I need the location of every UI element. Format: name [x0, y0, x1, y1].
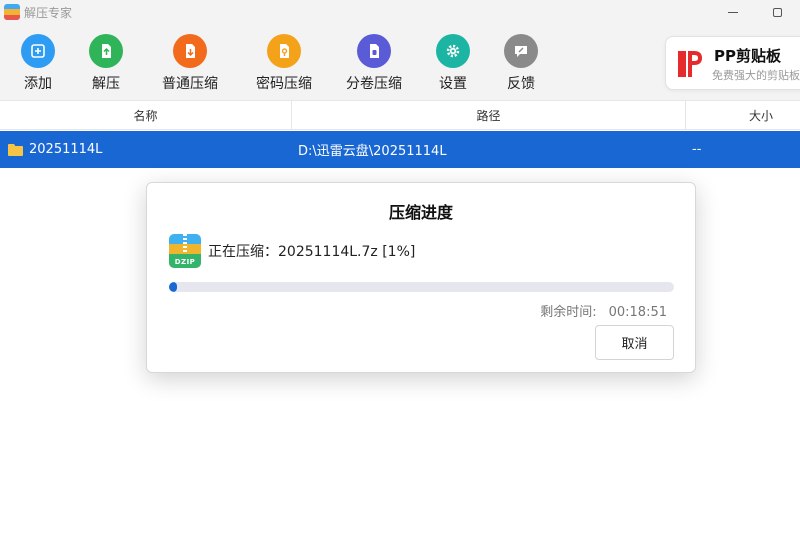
compress-icon	[173, 34, 207, 68]
table-row[interactable]: 20251114L D:\迅雷云盘\20251114L --	[0, 131, 800, 168]
progress-bar	[169, 282, 674, 292]
column-header-size[interactable]: 大小	[686, 101, 800, 130]
feedback-icon	[504, 34, 538, 68]
row-size: --	[692, 142, 702, 157]
file-table-header: 名称 路径 大小	[0, 100, 800, 130]
normal-compress-label: 普通压缩	[162, 76, 218, 92]
minimize-icon	[728, 11, 738, 13]
progress-bar-fill	[169, 282, 177, 292]
compress-progress-dialog: 压缩进度 DZIP 正在压缩：20251114L.7z [1%] 剩余时间: 00…	[146, 182, 696, 373]
gear-icon	[436, 34, 470, 68]
title-bar: 解压专家	[0, 0, 800, 24]
remaining-time-label: 剩余时间:	[540, 305, 597, 320]
maximize-button[interactable]	[754, 0, 800, 24]
toolbar: 添加 解压 普通压缩 密码压缩 分卷压缩 设置 反馈 PP剪贴板 免费强大的剪贴…	[0, 24, 800, 100]
dzip-archive-icon: DZIP	[169, 234, 201, 268]
add-label: 添加	[24, 76, 52, 92]
ad-subtitle: 免费强大的剪贴板	[712, 69, 800, 82]
remaining-time-value: 00:18:51	[608, 305, 667, 320]
column-header-path[interactable]: 路径	[292, 101, 686, 130]
folder-icon	[8, 143, 23, 156]
maximize-icon	[772, 7, 782, 17]
extract-label: 解压	[92, 76, 120, 92]
pp-logo-icon	[678, 51, 702, 77]
feedback-button[interactable]: 反馈	[504, 34, 538, 93]
normal-compress-button[interactable]: 普通压缩	[162, 34, 218, 93]
window-title: 解压专家	[24, 5, 73, 20]
extract-button[interactable]: 解压	[89, 34, 123, 93]
ad-title: PP剪贴板	[714, 47, 781, 65]
split-compress-button[interactable]: 分卷压缩	[346, 34, 402, 93]
settings-button[interactable]: 设置	[436, 34, 470, 93]
settings-label: 设置	[439, 76, 467, 92]
row-path: D:\迅雷云盘\20251114L	[298, 144, 447, 159]
pp-clipboard-ad[interactable]: PP剪贴板 免费强大的剪贴板	[665, 36, 800, 90]
extract-icon	[89, 34, 123, 68]
compress-status-text: 正在压缩：20251114L.7z [1%]	[208, 244, 416, 260]
app-logo-icon	[4, 4, 20, 20]
cancel-button[interactable]: 取消	[595, 325, 674, 360]
dialog-title: 压缩进度	[388, 203, 453, 222]
column-header-name[interactable]: 名称	[0, 101, 292, 130]
minimize-button[interactable]	[710, 0, 756, 24]
split-compress-icon	[357, 34, 391, 68]
plus-icon	[21, 34, 55, 68]
password-compress-icon	[267, 34, 301, 68]
split-compress-label: 分卷压缩	[346, 76, 402, 92]
feedback-label: 反馈	[507, 76, 535, 92]
add-button[interactable]: 添加	[21, 34, 55, 93]
password-compress-label: 密码压缩	[256, 76, 312, 92]
row-name: 20251114L	[29, 142, 103, 157]
remaining-time: 剩余时间: 00:18:51	[540, 301, 667, 320]
password-compress-button[interactable]: 密码压缩	[256, 34, 312, 93]
dzip-icon-label: DZIP	[174, 258, 196, 266]
